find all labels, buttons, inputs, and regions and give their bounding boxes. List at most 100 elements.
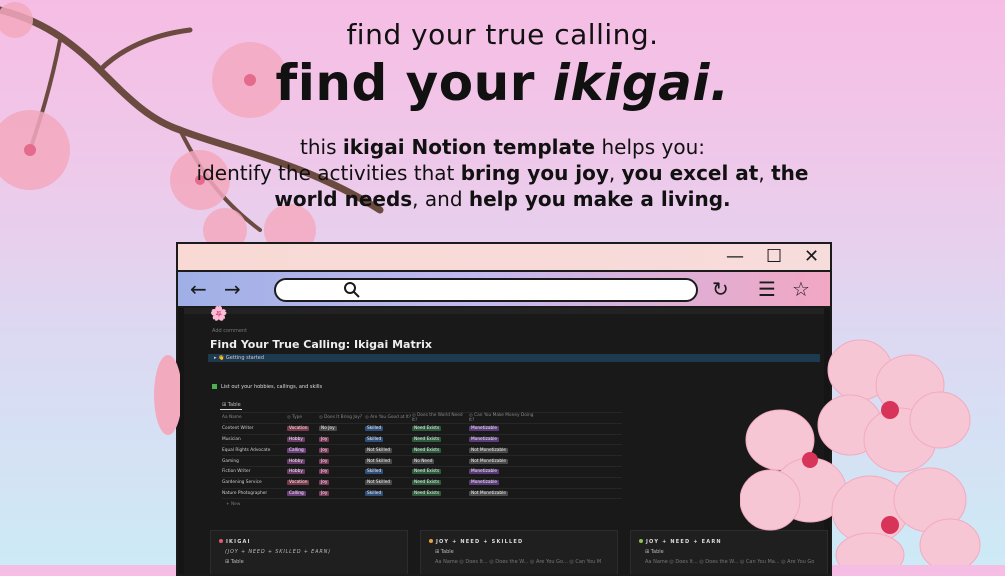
table-cell-money[interactable]: Not Monetizable [469, 490, 539, 496]
checkbox-icon[interactable] [212, 384, 217, 389]
table-cell-joy[interactable]: Joy [319, 447, 365, 453]
card-title-text: IKIGAI [226, 539, 251, 545]
tag-good: Skilled [365, 436, 384, 442]
table-cell-name[interactable]: Gaming [222, 459, 287, 464]
table-cell-need[interactable]: No Need [412, 458, 469, 464]
table-cell-type[interactable]: Vocation [287, 480, 319, 486]
table-cell-type[interactable]: Calling [287, 490, 319, 496]
cherry-blossom-page-icon: 🌸 [210, 306, 228, 322]
tag-good: Not Skilled [365, 458, 393, 464]
table-row[interactable]: Musician Hobby Joy Skilled Need Exists Moneti… [222, 433, 622, 445]
table-cell-need[interactable]: Need Exists [412, 447, 469, 453]
table-cell-joy[interactable]: No Joy [319, 426, 365, 432]
table-cell-type[interactable]: Calling [287, 447, 319, 453]
card-title: JOY + NEED + SKILLED [429, 539, 523, 545]
column-header[interactable]: ◎ Are You Good at It? [365, 415, 412, 420]
table-cell-money[interactable]: Monetizable [469, 426, 539, 432]
tag-good: Skilled [365, 469, 384, 475]
desc-text: , [608, 161, 622, 185]
card-table-tab[interactable]: ⊞ Table [225, 559, 244, 565]
column-header[interactable]: ◎ Can You Make Money Doing It? [469, 413, 539, 423]
table-cell-type[interactable]: Hobby [287, 469, 319, 475]
search-icon [344, 282, 360, 298]
table-row[interactable]: Equal Rights Advocate Calling Joy Not Skill… [222, 444, 622, 455]
tag-type: Vocation [287, 480, 310, 486]
tag-joy: Joy [319, 436, 330, 442]
table-cell-good[interactable]: Not Skilled [365, 480, 412, 486]
table-row[interactable]: Gardening Service Vocation Joy Not Skilled N… [222, 476, 622, 488]
table-cell-joy[interactable]: Joy [319, 490, 365, 496]
table-cell-money[interactable]: Not Monetizable [469, 447, 539, 453]
column-header[interactable]: ◎ Type [287, 415, 319, 420]
table-cell-name[interactable]: Nature Photographer [222, 491, 287, 496]
table-cell-need[interactable]: Need Exists [412, 490, 469, 496]
column-header[interactable]: Aa Name [222, 415, 287, 420]
address-bar[interactable] [274, 278, 698, 302]
table-row[interactable]: Content Writer Vocation No Joy Skilled Need … [222, 422, 622, 434]
table-cell-type[interactable]: Hobby [287, 458, 319, 464]
table-row[interactable]: Gaming Hobby Joy Not Skilled No Need Not Mone… [222, 455, 622, 466]
column-header[interactable]: ◎ Does It Bring Joy? [319, 415, 365, 420]
table-cell-joy[interactable]: Joy [319, 458, 365, 464]
headline-prefix: find your [275, 54, 553, 112]
card-table-tab[interactable]: ⊞ Table [435, 549, 454, 555]
table-cell-name[interactable]: Equal Rights Advocate [222, 448, 287, 453]
desc-text: identify the activities that [196, 161, 461, 185]
todo-item[interactable]: List out your hobbies, callings, and ski… [212, 384, 322, 390]
cherry-blossom-flowers-illustration [740, 339, 981, 565]
table-cell-good[interactable]: Skilled [365, 469, 412, 475]
table-cell-name[interactable]: Gardening Service [222, 480, 287, 485]
table-cell-joy[interactable]: Joy [319, 480, 365, 486]
table-cell-good[interactable]: Skilled [365, 426, 412, 432]
desc-bold: the [771, 161, 809, 185]
table-cell-good[interactable]: Skilled [365, 436, 412, 442]
table-cell-money[interactable]: Not Monetizable [469, 458, 539, 464]
tag-type: Hobby [287, 436, 305, 442]
table-cell-need[interactable]: Need Exists [412, 426, 469, 432]
tag-need: Need Exists [412, 490, 442, 496]
table-cell-need[interactable]: Need Exists [412, 480, 469, 486]
add-comment-link[interactable]: Add comment [212, 328, 247, 334]
bullet-icon [429, 539, 433, 543]
minimize-icon[interactable]: — [726, 247, 744, 267]
table-cell-name[interactable]: Content Writer [222, 426, 287, 431]
tag-need: Need Exists [412, 436, 442, 442]
card-title: IKIGAI [219, 539, 251, 545]
todo-label: List out your hobbies, callings, and ski… [221, 384, 323, 390]
back-arrow-icon[interactable]: ← [190, 277, 207, 301]
tag-type: Vocation [287, 426, 310, 432]
column-header[interactable]: ◎ Does the World Need It? [412, 413, 469, 423]
table-cell-need[interactable]: Need Exists [412, 469, 469, 475]
bookmark-star-icon[interactable]: ☆ [792, 277, 810, 301]
table-row[interactable]: Nature Photographer Calling Joy Skilled Need… [222, 487, 622, 499]
table-cell-name[interactable]: Musician [222, 437, 287, 442]
table-cell-good[interactable]: Not Skilled [365, 447, 412, 453]
getting-started-toggle[interactable]: ▸ 👋 Getting started [208, 354, 820, 362]
table-row[interactable]: Fiction Writer Hobby Joy Skilled Need Exists… [222, 465, 622, 477]
close-icon[interactable]: ✕ [804, 247, 819, 267]
table-cell-need[interactable]: Need Exists [412, 436, 469, 442]
table-cell-type[interactable]: Hobby [287, 436, 319, 442]
tag-good: Not Skilled [365, 480, 393, 486]
table-cell-money[interactable]: Monetizable [469, 469, 539, 475]
table-cell-type[interactable]: Vocation [287, 426, 319, 432]
table-cell-good[interactable]: Not Skilled [365, 458, 412, 464]
table-cell-name[interactable]: Fiction Writer [222, 469, 287, 474]
desc-bold: help you make a living. [468, 187, 731, 211]
card-table-tab[interactable]: ⊞ Table [645, 549, 664, 555]
table-cell-money[interactable]: Monetizable [469, 480, 539, 486]
desc-text: helps you: [595, 135, 705, 159]
table-cell-joy[interactable]: Joy [319, 436, 365, 442]
table-view-tab[interactable]: ⊞ Table [222, 402, 241, 408]
reload-icon[interactable]: ↻ [712, 277, 729, 301]
forward-arrow-icon[interactable]: → [224, 277, 241, 301]
tag-type: Calling [287, 490, 306, 496]
bullet-icon [219, 539, 223, 543]
maximize-icon[interactable]: ☐ [766, 247, 782, 267]
table-cell-joy[interactable]: Joy [319, 469, 365, 475]
table-cell-money[interactable]: Monetizable [469, 436, 539, 442]
menu-icon[interactable]: ☰ [758, 277, 776, 301]
table-cell-good[interactable]: Skilled [365, 490, 412, 496]
new-row-button[interactable]: + New [222, 498, 622, 509]
page-top-strip [184, 308, 824, 314]
